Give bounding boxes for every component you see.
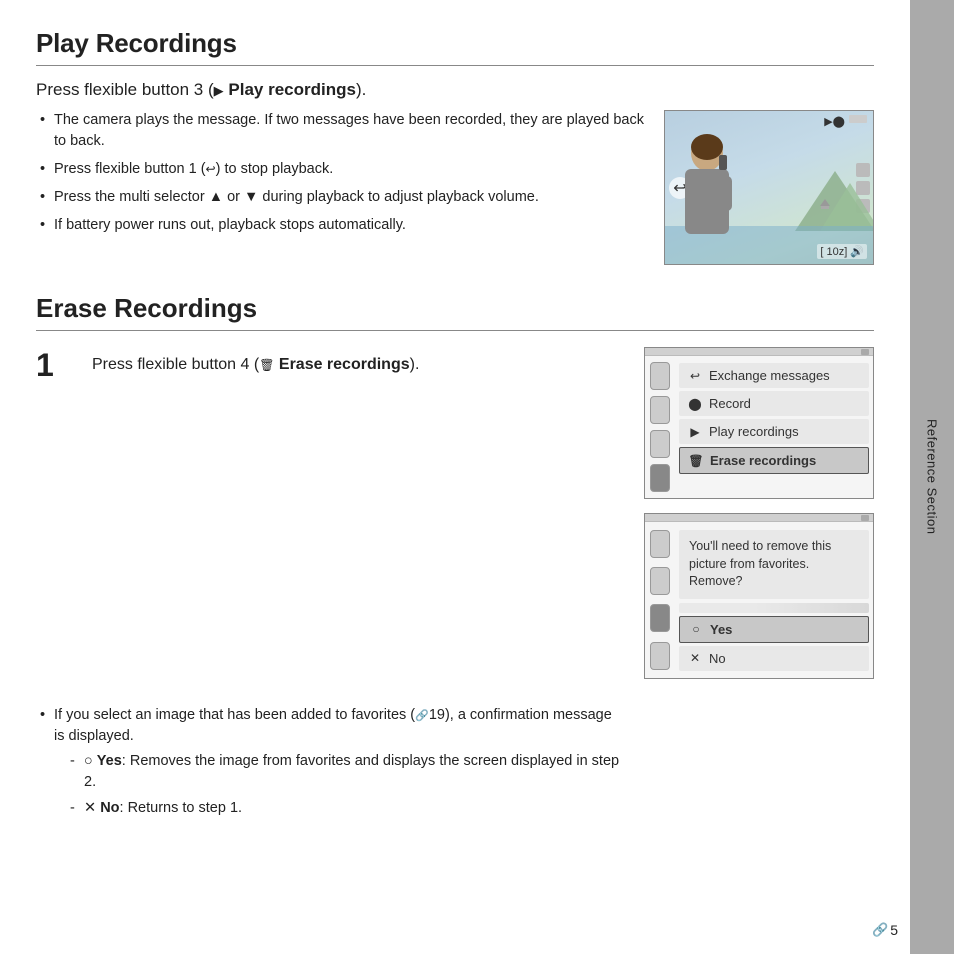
panel-buttons-left (645, 356, 675, 498)
section-divider-erase (36, 330, 874, 331)
confirm-items-area: You'll need to remove this picture from … (675, 522, 873, 678)
erase-bullet-1: If you select an image that has been add… (36, 705, 624, 819)
blurred-row (679, 603, 869, 613)
panel-confirm-with-buttons: You'll need to remove this picture from … (645, 522, 873, 678)
confirm-text: You'll need to remove this picture from … (679, 530, 869, 599)
play-subsection-heading: Press flexible button 3 (▶ Play recordin… (36, 80, 874, 100)
page-container: Play Recordings Press flexible button 3 … (0, 0, 954, 954)
menu-item-erase: 🗑 Erase recordings (679, 447, 869, 474)
yes-icon: ○ (688, 622, 704, 636)
erase-dash-no: ✕ No: Returns to step 1. (70, 798, 624, 819)
camera-display: ▶⬤ ↩ (664, 110, 874, 265)
erase-icon-inline: 🗑 (259, 358, 274, 372)
erase-dash-list: ○ Yes: Removes the image from favorites … (54, 751, 624, 819)
ui-panel-confirm: You'll need to remove this picture from … (644, 513, 874, 679)
play-label: Play recordings (709, 424, 799, 439)
erase-recordings-bold: Erase recordings (279, 356, 410, 373)
section-divider-play (36, 65, 874, 66)
menu-items-area: ↩ Exchange messages ⬤ Record ▶ Play reco… (675, 356, 873, 498)
play-bullet-4: If battery power runs out, playback stop… (36, 215, 644, 236)
panel-btn-2 (650, 396, 670, 424)
panel-confirm-top-bar (645, 514, 873, 522)
page-number-area: 🔗 5 (872, 922, 898, 938)
favorites-link: 🔗 (415, 710, 429, 722)
panel-with-buttons: ↩ Exchange messages ⬤ Record ▶ Play reco… (645, 356, 873, 498)
play-bullet-list: The camera plays the message. If two mes… (36, 110, 644, 236)
play-icon: ▶ (214, 83, 224, 98)
panel-btn-1 (650, 362, 670, 390)
erase-panel-spacer (644, 699, 874, 826)
panel-top-dot (861, 349, 869, 355)
play-recordings-bold: Play recordings (228, 80, 356, 99)
record-label: Record (709, 396, 751, 411)
erase-title: Erase Recordings (36, 293, 874, 324)
no-x-icon: ✕ (84, 800, 96, 816)
erase-bottom-row: If you select an image that has been add… (36, 699, 874, 826)
panel-confirm-top-dot (861, 515, 869, 521)
ui-panel-menu: ↩ Exchange messages ⬤ Record ▶ Play reco… (644, 347, 874, 499)
exchange-icon: ↩ (687, 369, 703, 383)
menu-item-play: ▶ Play recordings (679, 419, 869, 444)
erase-sub-bullet-list: If you select an image that has been add… (36, 705, 624, 819)
play-bullet-1: The camera plays the message. If two mes… (36, 110, 644, 152)
panel-confirm-btn-4 (650, 642, 670, 670)
confirm-yes: ○ Yes (679, 616, 869, 643)
menu-item-record: ⬤ Record (679, 391, 869, 416)
side-tab: Reference Section (910, 0, 954, 954)
play-content-row: The camera plays the message. If two mes… (36, 110, 874, 265)
panel-btn-4-highlighted (650, 464, 670, 492)
record-icon: ⬤ (687, 397, 703, 411)
page-number: 5 (890, 922, 898, 938)
erase-label: Erase recordings (710, 453, 816, 468)
no-icon: ✕ (687, 651, 703, 665)
confirm-no: ✕ No (679, 646, 869, 671)
play-icon-menu: ▶ (687, 425, 703, 439)
step-1-text: Press flexible button 4 (🗑 Erase recordi… (92, 347, 624, 679)
panel-confirm-buttons-left (645, 522, 675, 678)
page-num-icon: 🔗 (872, 922, 888, 938)
menu-item-exchange: ↩ Exchange messages (679, 363, 869, 388)
play-bullet-3: Press the multi selector ▲ or ▼ during p… (36, 187, 644, 208)
panel-confirm-btn-3-highlighted (650, 604, 670, 632)
erase-dash-yes: ○ Yes: Removes the image from favorites … (70, 751, 624, 793)
step-1-number: 1 (36, 347, 72, 679)
play-section: Press flexible button 3 (▶ Play recordin… (36, 80, 874, 265)
erase-bottom-text: If you select an image that has been add… (36, 699, 624, 826)
camera-scene-svg (665, 111, 873, 264)
panel-confirm-btn-2 (650, 567, 670, 595)
yes-label: Yes (710, 622, 732, 637)
panel-top-bar (645, 348, 873, 356)
exchange-label: Exchange messages (709, 368, 830, 383)
erase-icon-menu: 🗑 (688, 454, 704, 468)
side-tab-label: Reference Section (925, 419, 940, 534)
main-content: Play Recordings Press flexible button 3 … (0, 0, 910, 954)
page-title: Play Recordings (36, 28, 874, 59)
no-text-bold: No (100, 800, 119, 816)
yes-circle-icon: ○ (84, 753, 93, 769)
camera-display-inner: ▶⬤ ↩ (665, 111, 873, 264)
panel-btn-3 (650, 430, 670, 458)
erase-section: Erase Recordings 1 Press flexible button… (36, 293, 874, 826)
cam-bottom-counter: [ 10z] 🔊 (817, 244, 867, 259)
ui-panels: ↩ Exchange messages ⬤ Record ▶ Play reco… (644, 347, 874, 679)
play-text: The camera plays the message. If two mes… (36, 110, 644, 243)
play-bullet-2: Press flexible button 1 (↩) to stop play… (36, 159, 644, 180)
no-label: No (709, 651, 726, 666)
yes-text-bold: Yes (97, 753, 122, 769)
panel-confirm-btn-1 (650, 530, 670, 558)
step-1-row: 1 Press flexible button 4 (🗑 Erase recor… (36, 347, 874, 679)
